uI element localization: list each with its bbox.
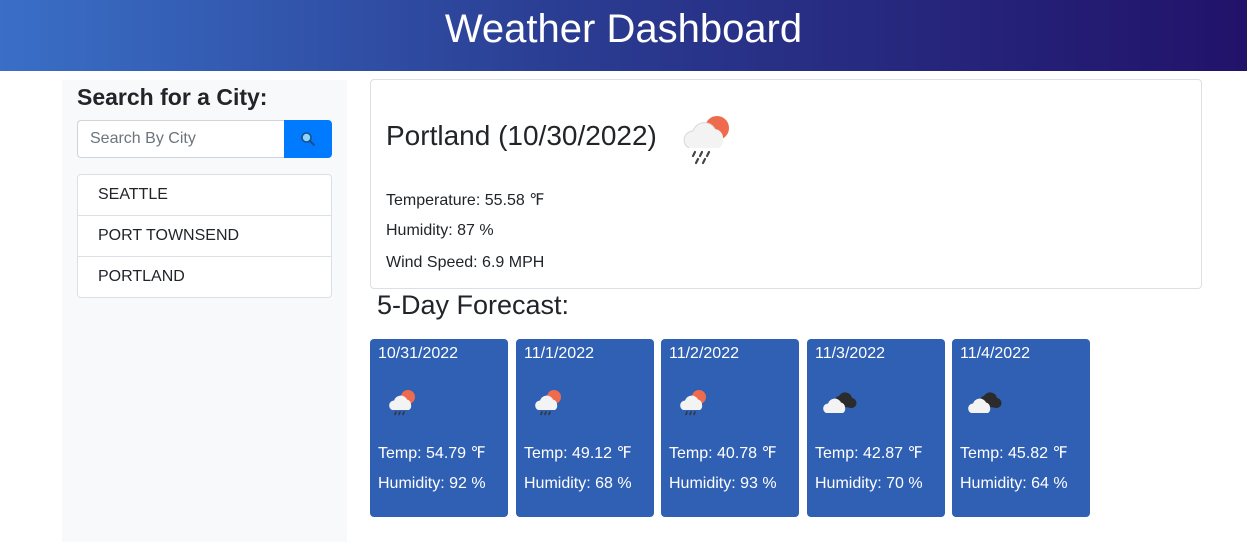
- history-item-seattle[interactable]: SEATTLE: [78, 175, 331, 216]
- forecast-temp: Temp: 49.12 ℉: [524, 445, 632, 462]
- forecast-temp: Temp: 40.78 ℉: [669, 445, 777, 462]
- current-temperature: Temperature: 55.58 ℉: [386, 192, 545, 209]
- rain-cloud-sun-icon: [680, 390, 706, 416]
- rain-cloud-sun-icon: [389, 390, 415, 416]
- search-heading: Search for a City:: [77, 84, 268, 110]
- search-icon: [301, 132, 316, 147]
- search-sidebar: Search for a City: SEATTLE PORT TOWNSEND…: [62, 80, 347, 542]
- forecast-temp: Temp: 42.87 ℉: [815, 445, 923, 462]
- forecast-temp: Temp: 54.79 ℉: [378, 445, 486, 462]
- app-header: Weather Dashboard: [0, 0, 1247, 71]
- rain-cloud-sun-icon: [683, 116, 729, 165]
- forecast-card: 10/31/2022 Temp: 54.79 ℉ Humidity: 92 %: [370, 339, 508, 517]
- forecast-heading: 5-Day Forecast:: [377, 290, 570, 320]
- page-title: Weather Dashboard: [444, 7, 803, 51]
- history-item-portland[interactable]: PORTLAND: [78, 257, 331, 297]
- search-button[interactable]: [284, 120, 332, 158]
- forecast-card: 11/2/2022 Temp: 40.78 ℉ Humidity: 93 %: [661, 339, 799, 517]
- broken-clouds-icon: [823, 392, 857, 413]
- forecast-date: 11/4/2022: [960, 345, 1030, 362]
- forecast-date: 11/3/2022: [815, 345, 885, 362]
- forecast-card: 11/3/2022 Temp: 42.87 ℉ Humidity: 70 %: [807, 339, 945, 517]
- search-form: [77, 120, 332, 158]
- history-item-port-townsend[interactable]: PORT TOWNSEND: [78, 216, 331, 257]
- city-search-input[interactable]: [77, 120, 284, 158]
- forecast-humidity: Humidity: 70 %: [815, 475, 923, 492]
- current-wind-speed: Wind Speed: 6.9 MPH: [386, 254, 545, 271]
- rain-cloud-sun-icon: [535, 390, 561, 416]
- current-weather-card: Portland (10/30/2022) Temperature: 55.58…: [370, 79, 1202, 289]
- forecast-humidity: Humidity: 68 %: [524, 475, 632, 492]
- forecast-date: 11/2/2022: [669, 345, 739, 362]
- forecast-card: 11/4/2022 Temp: 45.82 ℉ Humidity: 64 %: [952, 339, 1090, 517]
- forecast-date: 11/1/2022: [524, 345, 594, 362]
- forecast-humidity: Humidity: 64 %: [960, 475, 1068, 492]
- forecast-humidity: Humidity: 92 %: [378, 475, 486, 492]
- broken-clouds-icon: [968, 392, 1002, 413]
- forecast-temp: Temp: 45.82 ℉: [960, 445, 1068, 462]
- current-humidity: Humidity: 87 %: [386, 222, 494, 239]
- current-city-title: Portland (10/30/2022): [386, 120, 657, 151]
- forecast-humidity: Humidity: 93 %: [669, 475, 777, 492]
- forecast-card: 11/1/2022 Temp: 49.12 ℉ Humidity: 68 %: [516, 339, 654, 517]
- forecast-date: 10/31/2022: [378, 345, 459, 362]
- search-history-list: SEATTLE PORT TOWNSEND PORTLAND: [77, 174, 332, 298]
